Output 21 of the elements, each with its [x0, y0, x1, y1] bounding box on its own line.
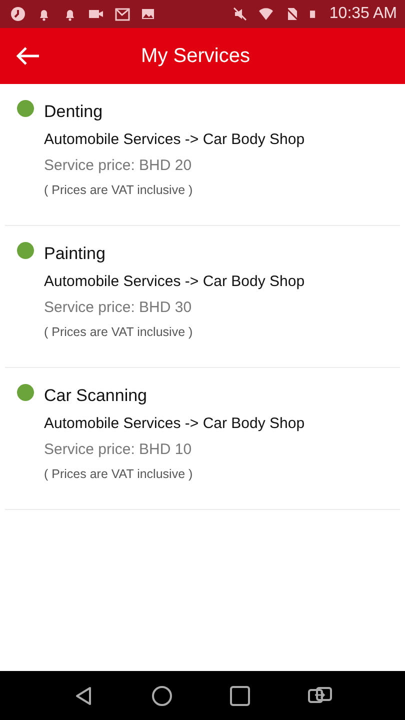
- service-price: Service price: BHD 20: [44, 157, 193, 174]
- wifi-icon: [258, 6, 274, 22]
- vat-note: ( Prices are VAT inclusive ): [44, 183, 194, 197]
- image-icon: [140, 6, 156, 22]
- service-category: Automobile Services -> Car Body Shop: [44, 415, 305, 432]
- service-category: Automobile Services -> Car Body Shop: [44, 131, 305, 148]
- service-name: Car Scanning: [44, 385, 148, 407]
- mute-icon: [232, 6, 248, 22]
- service-name: Denting: [44, 101, 104, 123]
- service-name: Painting: [44, 243, 106, 265]
- service-price: Service price: BHD 10: [44, 441, 193, 458]
- home-nav-button[interactable]: [150, 684, 172, 706]
- status-time: 10:35 AM: [329, 5, 397, 23]
- mail-icon: [114, 6, 130, 22]
- service-category: Automobile Services -> Car Body Shop: [44, 273, 305, 290]
- service-price: Service price: BHD 30: [44, 299, 193, 316]
- vat-note: ( Prices are VAT inclusive ): [44, 467, 194, 481]
- screen-title: My Services: [140, 44, 251, 68]
- recents-nav-button[interactable]: [228, 684, 250, 706]
- vat-note: ( Prices are VAT inclusive ): [44, 325, 194, 339]
- app-icon: [10, 6, 26, 22]
